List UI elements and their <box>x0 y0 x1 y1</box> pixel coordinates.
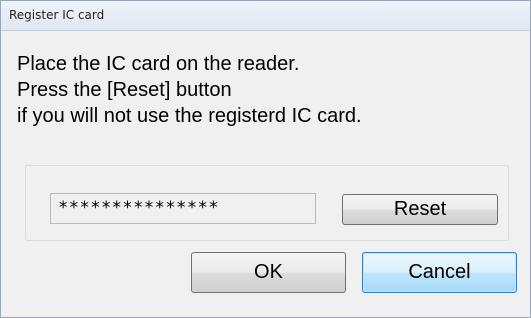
ok-button[interactable]: OK <box>191 252 346 293</box>
title-bar[interactable]: Register IC card <box>1 1 530 31</box>
instruction-line-1: Place the IC card on the reader. <box>17 53 300 75</box>
instruction-message: Place the IC card on the reader. Press t… <box>17 51 517 129</box>
card-id-field: *************** <box>50 193 316 224</box>
instruction-line-3: if you will not use the registerd IC car… <box>17 105 362 127</box>
card-group-box: *************** Reset <box>25 165 509 241</box>
register-ic-card-dialog: Register IC card Place the IC card on th… <box>0 0 531 318</box>
reset-button[interactable]: Reset <box>342 194 498 225</box>
window-title: Register IC card <box>9 8 105 22</box>
instruction-line-2: Press the [Reset] button <box>17 79 232 101</box>
cancel-button[interactable]: Cancel <box>362 252 517 293</box>
